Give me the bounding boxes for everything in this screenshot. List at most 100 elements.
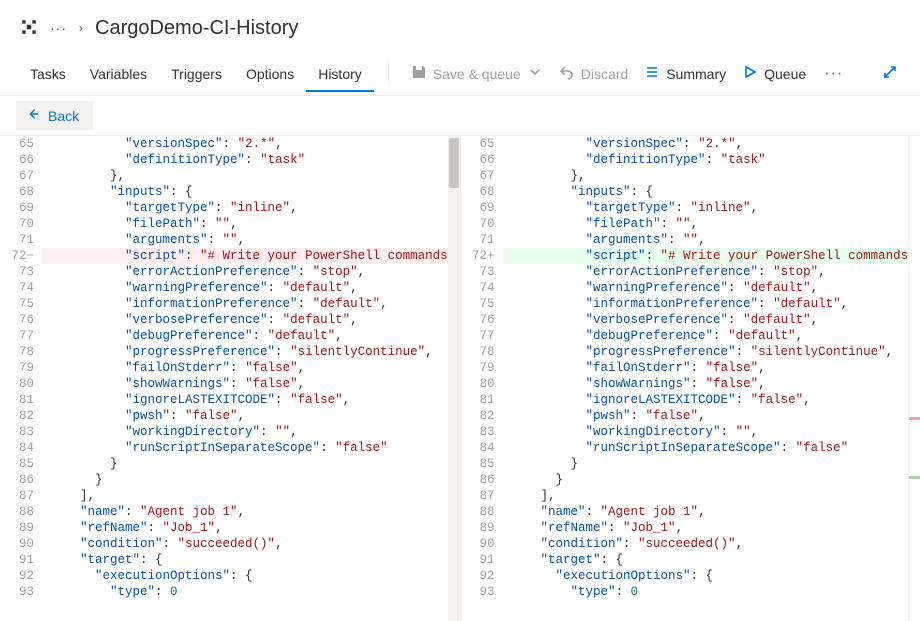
code-line: "runScriptInSeparateScope": "false" [42, 440, 460, 456]
code-line: "refName": "Job_1", [503, 520, 920, 536]
save-label: Save & queue [433, 66, 521, 82]
scrollbar-left[interactable] [448, 136, 460, 621]
line-number: 71 [0, 232, 34, 248]
line-number: 70 [0, 216, 34, 232]
line-gutter-left: 6566676869707172−73747576777879808182838… [0, 136, 42, 600]
line-number: 73 [0, 264, 34, 280]
line-number: 90 [0, 536, 34, 552]
arrow-left-icon [26, 107, 40, 124]
code-line: "type": 0 [42, 584, 460, 600]
code-line: "pwsh": "false", [42, 408, 460, 424]
line-number: 91 [461, 552, 495, 568]
line-number: 69 [0, 200, 34, 216]
back-button[interactable]: Back [16, 101, 93, 130]
queue-label: Queue [764, 66, 806, 82]
line-number: 86 [0, 472, 34, 488]
code-line: "informationPreference": "default", [503, 296, 920, 312]
line-number: 66 [461, 152, 495, 168]
line-number: 83 [0, 424, 34, 440]
line-number: 89 [461, 520, 495, 536]
breadcrumb-ellipsis[interactable]: ··· [50, 20, 67, 36]
diff-right-pane: 6566676869707172+73747576777879808182838… [461, 136, 920, 621]
pipeline-icon [20, 18, 38, 39]
summary-button[interactable]: Summary [636, 60, 734, 87]
line-number: 93 [461, 584, 495, 600]
code-line: "ignoreLASTEXITCODE": "false", [503, 392, 920, 408]
code-line: "inputs": { [42, 184, 460, 200]
line-number: 92 [461, 568, 495, 584]
back-bar: Back [0, 96, 920, 136]
code-line: }, [42, 168, 460, 184]
undo-icon [559, 64, 575, 83]
line-number: 87 [461, 488, 495, 504]
code-line: "informationPreference": "default", [42, 296, 460, 312]
chevron-down-icon [527, 64, 543, 83]
tab-triggers[interactable]: Triggers [159, 56, 234, 92]
line-number: 65 [0, 136, 34, 152]
code-line: "target": { [503, 552, 920, 568]
tab-options[interactable]: Options [234, 56, 306, 92]
discard-button[interactable]: Discard [551, 60, 636, 87]
code-line: "name": "Agent job 1", [42, 504, 460, 520]
line-number: 77 [461, 328, 495, 344]
line-number: 93 [0, 584, 34, 600]
minimap-right[interactable] [908, 136, 920, 621]
line-number: 70 [461, 216, 495, 232]
code-line: "runScriptInSeparateScope": "false" [503, 440, 920, 456]
line-number: 82 [0, 408, 34, 424]
line-number: 81 [0, 392, 34, 408]
more-actions-button[interactable]: ··· [814, 61, 853, 87]
line-number: 91 [0, 552, 34, 568]
breadcrumb-bar: ··· › CargoDemo-CI-History [0, 0, 920, 52]
line-number: 90 [461, 536, 495, 552]
line-number: 85 [461, 456, 495, 472]
code-line: "name": "Agent job 1", [503, 504, 920, 520]
page-title: CargoDemo-CI-History [95, 17, 298, 40]
expand-button[interactable] [878, 60, 902, 87]
line-number: 86 [461, 472, 495, 488]
line-number: 72− [0, 248, 34, 264]
line-number: 69 [461, 200, 495, 216]
line-number: 76 [461, 312, 495, 328]
line-number: 76 [0, 312, 34, 328]
line-number: 75 [461, 296, 495, 312]
line-number: 79 [461, 360, 495, 376]
code-line: "refName": "Job_1", [42, 520, 460, 536]
code-line: }, [503, 168, 920, 184]
code-line: "type": 0 [503, 584, 920, 600]
code-line: "failOnStderr": "false", [42, 360, 460, 376]
code-line: "targetType": "inline", [503, 200, 920, 216]
tab-tasks[interactable]: Tasks [18, 56, 78, 92]
code-line: "executionOptions": { [42, 568, 460, 584]
line-number: 83 [461, 424, 495, 440]
code-line: "condition": "succeeded()", [42, 536, 460, 552]
line-number: 74 [461, 280, 495, 296]
code-line: "arguments": "", [42, 232, 460, 248]
tab-variables[interactable]: Variables [78, 56, 159, 92]
save-icon [411, 64, 427, 83]
line-number: 73 [461, 264, 495, 280]
line-number: 84 [461, 440, 495, 456]
code-line: "progressPreference": "silentlyContinue"… [503, 344, 920, 360]
code-left[interactable]: "versionSpec": "2.*", "definitionType": … [42, 136, 460, 600]
line-number: 78 [461, 344, 495, 360]
code-line: } [503, 456, 920, 472]
line-number: 77 [0, 328, 34, 344]
code-line: "script": "# Write your PowerShell comma… [42, 248, 460, 264]
line-number: 68 [0, 184, 34, 200]
code-right[interactable]: "versionSpec": "2.*", "definitionType": … [503, 136, 920, 600]
code-line: "errorActionPreference": "stop", [503, 264, 920, 280]
code-line: "ignoreLASTEXITCODE": "false", [42, 392, 460, 408]
queue-button[interactable]: Queue [734, 60, 814, 87]
line-number: 75 [0, 296, 34, 312]
line-number: 67 [461, 168, 495, 184]
tab-history[interactable]: History [306, 56, 374, 92]
code-line: "verbosePreference": "default", [503, 312, 920, 328]
line-number: 92 [0, 568, 34, 584]
save-queue-button[interactable]: Save & queue [403, 60, 551, 87]
code-line: "workingDirectory": "", [42, 424, 460, 440]
code-line: "failOnStderr": "false", [503, 360, 920, 376]
code-line: "warningPreference": "default", [503, 280, 920, 296]
code-line: "filePath": "", [503, 216, 920, 232]
code-line: "showWarnings": "false", [42, 376, 460, 392]
